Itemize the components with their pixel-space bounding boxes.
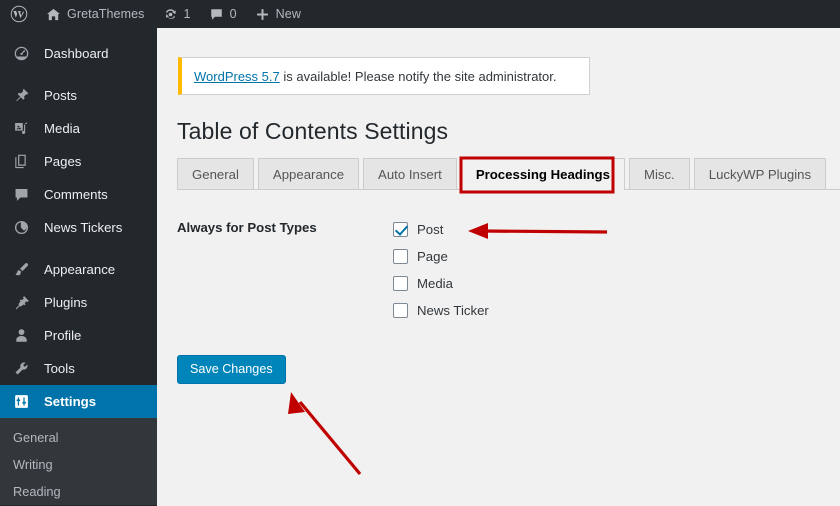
sidebar-item-posts[interactable]: Posts bbox=[0, 79, 157, 112]
adminbar-new-content[interactable]: New bbox=[246, 0, 310, 28]
tab-luckywp-plugins[interactable]: LuckyWP Plugins bbox=[693, 158, 827, 189]
sidebar-item-plugins[interactable]: Plugins bbox=[0, 286, 157, 319]
sidebar-item-label: News Tickers bbox=[44, 220, 123, 235]
checkbox-row-post[interactable]: Post bbox=[393, 216, 489, 243]
adminbar-new-content-label: New bbox=[275, 7, 301, 21]
tab-general[interactable]: General bbox=[177, 158, 254, 189]
tab-misc[interactable]: Misc. bbox=[628, 158, 690, 189]
home-icon bbox=[46, 7, 61, 22]
post-types-field-label: Always for Post Types bbox=[177, 220, 317, 235]
pin-icon bbox=[13, 87, 35, 104]
wordpress-version-link[interactable]: WordPress 5.7 bbox=[194, 69, 280, 84]
update-notice: WordPress 5.7 is available! Please notif… bbox=[178, 57, 590, 95]
pages-icon bbox=[13, 153, 35, 170]
settings-tabs: General Appearance Auto Insert Processin… bbox=[177, 158, 840, 190]
checkbox-news-ticker[interactable] bbox=[393, 303, 408, 318]
ticker-icon bbox=[13, 219, 35, 236]
tab-processing-headings[interactable]: Processing Headings bbox=[460, 158, 625, 190]
sidebar-item-label: Settings bbox=[44, 394, 97, 409]
page-title: Table of Contents Settings bbox=[177, 118, 449, 144]
sidebar-item-label: Profile bbox=[44, 328, 82, 343]
user-icon bbox=[13, 327, 35, 344]
checkbox-label: Post bbox=[417, 222, 444, 237]
media-icon bbox=[13, 120, 35, 137]
tab-appearance[interactable]: Appearance bbox=[257, 158, 360, 189]
sidebar-item-label: Appearance bbox=[44, 262, 116, 277]
menu-spacer-1 bbox=[0, 70, 157, 79]
menu-spacer-2 bbox=[0, 244, 157, 253]
notice-message: is available! Please notify the site adm… bbox=[279, 68, 557, 84]
wordpress-icon bbox=[10, 5, 28, 23]
main-content-area: WordPress 5.7 is available! Please notif… bbox=[157, 28, 840, 506]
submenu-item-general[interactable]: General bbox=[0, 424, 157, 451]
checkbox-media[interactable] bbox=[393, 276, 408, 291]
sidebar-item-label: Plugins bbox=[44, 295, 88, 310]
sidebar-item-news-tickers[interactable]: News Tickers bbox=[0, 211, 157, 244]
adminbar-comments-count: 0 bbox=[229, 7, 237, 21]
sidebar-item-appearance[interactable]: Appearance bbox=[0, 253, 157, 286]
admin-sidebar-menu: Dashboard Posts Media Pages Comments New… bbox=[0, 28, 165, 506]
sidebar-item-label: Pages bbox=[44, 154, 82, 169]
checkbox-row-media[interactable]: Media bbox=[393, 270, 489, 297]
sidebar-item-pages[interactable]: Pages bbox=[0, 145, 157, 178]
sidebar-item-settings[interactable]: Settings bbox=[0, 385, 165, 418]
dashboard-icon bbox=[13, 45, 35, 62]
plugin-icon bbox=[13, 294, 35, 311]
menu-spacer-top bbox=[0, 28, 157, 37]
checkbox-label: Page bbox=[417, 249, 448, 264]
sidebar-item-label: Dashboard bbox=[44, 46, 109, 61]
settings-submenu: General Writing Reading bbox=[0, 418, 157, 505]
checkbox-post[interactable] bbox=[393, 222, 408, 237]
checkbox-page[interactable] bbox=[393, 249, 408, 264]
wordpress-admin-screen: GretaThemes 1 0 New Dashboard Posts Medi… bbox=[0, 0, 840, 506]
sidebar-item-tools[interactable]: Tools bbox=[0, 352, 157, 385]
submenu-item-reading[interactable]: Reading bbox=[0, 478, 157, 505]
save-changes-button[interactable]: Save Changes bbox=[177, 355, 286, 384]
admin-bar: GretaThemes 1 0 New bbox=[0, 0, 840, 28]
adminbar-updates[interactable]: 1 bbox=[154, 0, 200, 28]
sidebar-item-profile[interactable]: Profile bbox=[0, 319, 157, 352]
sidebar-item-comments[interactable]: Comments bbox=[0, 178, 157, 211]
notice-text: WordPress 5.7 is available! Please notif… bbox=[194, 69, 557, 84]
checkbox-row-news-ticker[interactable]: News Ticker bbox=[393, 297, 489, 324]
wrench-icon bbox=[13, 360, 35, 377]
sidebar-item-label: Comments bbox=[44, 187, 108, 202]
updates-icon bbox=[163, 7, 178, 22]
sidebar-item-media[interactable]: Media bbox=[0, 112, 157, 145]
adminbar-wordpress-logo[interactable] bbox=[0, 0, 37, 28]
settings-icon bbox=[13, 393, 35, 410]
sidebar-item-label: Tools bbox=[44, 361, 75, 376]
sidebar-item-label: Posts bbox=[44, 88, 77, 103]
sidebar-item-label: Media bbox=[44, 121, 80, 136]
sidebar-item-dashboard[interactable]: Dashboard bbox=[0, 37, 157, 70]
adminbar-updates-count: 1 bbox=[183, 7, 191, 21]
plus-icon bbox=[255, 7, 270, 22]
checkbox-label: News Ticker bbox=[417, 303, 489, 318]
brush-icon bbox=[13, 261, 35, 278]
checkbox-label: Media bbox=[417, 276, 453, 291]
checkbox-row-page[interactable]: Page bbox=[393, 243, 489, 270]
comment-icon bbox=[209, 7, 224, 22]
comment-icon bbox=[13, 186, 35, 203]
adminbar-site-name[interactable]: GretaThemes bbox=[37, 0, 154, 28]
adminbar-site-name-label: GretaThemes bbox=[67, 7, 145, 21]
tab-auto-insert[interactable]: Auto Insert bbox=[363, 158, 457, 189]
post-types-checkbox-group: Post Page Media News Ticker bbox=[393, 216, 489, 324]
submenu-item-writing[interactable]: Writing bbox=[0, 451, 157, 478]
adminbar-comments[interactable]: 0 bbox=[200, 0, 246, 28]
